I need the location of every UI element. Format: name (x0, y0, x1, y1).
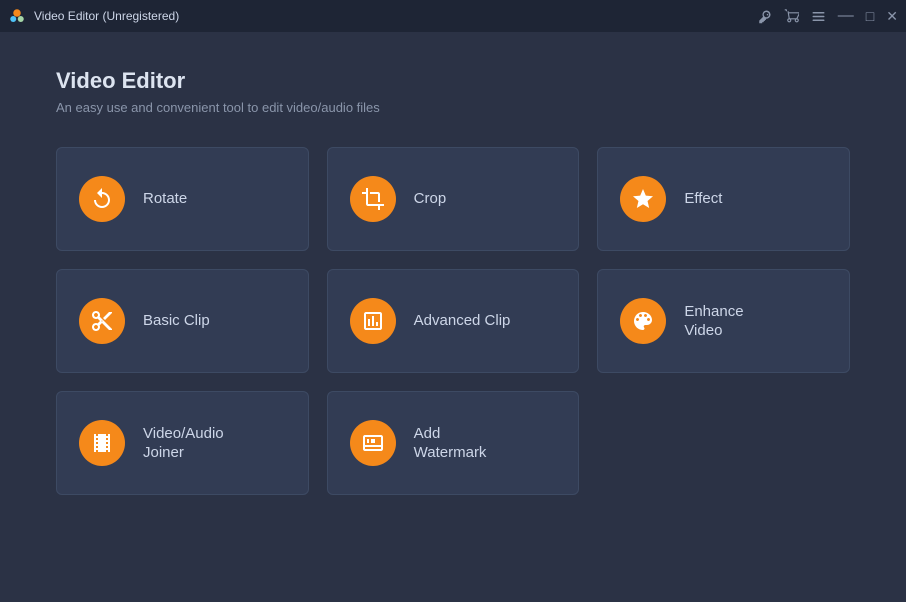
add-watermark-icon-circle (350, 420, 396, 466)
main-content: Video Editor An easy use and convenient … (0, 32, 906, 525)
advanced-clip-card[interactable]: Advanced Clip (327, 269, 580, 373)
rotate-icon-circle (79, 176, 125, 222)
video-audio-joiner-card[interactable]: Video/Audio Joiner (56, 391, 309, 495)
rotate-label: Rotate (143, 189, 187, 209)
advanced-clip-label: Advanced Clip (414, 311, 511, 331)
crop-icon-circle (350, 176, 396, 222)
page-title: Video Editor (56, 68, 850, 94)
add-watermark-card[interactable]: Add Watermark (327, 391, 580, 495)
page-subtitle: An easy use and convenient tool to edit … (56, 100, 850, 115)
list-icon[interactable] (811, 9, 826, 24)
palette-icon (631, 309, 655, 333)
minimize-button[interactable]: — (838, 7, 854, 25)
video-audio-joiner-label: Video/Audio Joiner (143, 424, 224, 463)
close-button[interactable]: ✕ (886, 8, 898, 25)
key-icon[interactable] (757, 9, 772, 24)
cards-grid: Rotate Crop Effect (56, 147, 850, 495)
title-bar-controls: — □ ✕ (757, 7, 898, 25)
app-icon (8, 7, 26, 25)
effect-card[interactable]: Effect (597, 147, 850, 251)
basic-clip-icon-circle (79, 298, 125, 344)
crop-label: Crop (414, 189, 447, 209)
effect-icon-circle (620, 176, 666, 222)
advanced-clip-icon (361, 309, 385, 333)
film-icon (90, 431, 114, 455)
enhance-video-label: Enhance Video (684, 302, 743, 341)
crop-icon (361, 187, 385, 211)
cart-icon[interactable] (784, 9, 799, 24)
title-bar-left: Video Editor (Unregistered) (8, 7, 179, 25)
basic-clip-label: Basic Clip (143, 311, 210, 331)
effect-icon (631, 187, 655, 211)
effect-label: Effect (684, 189, 722, 209)
title-bar: Video Editor (Unregistered) — □ ✕ (0, 0, 906, 32)
maximize-button[interactable]: □ (866, 8, 874, 24)
video-audio-joiner-icon-circle (79, 420, 125, 466)
scissors-icon (90, 309, 114, 333)
advanced-clip-icon-circle (350, 298, 396, 344)
watermark-icon (361, 431, 385, 455)
title-bar-title: Video Editor (Unregistered) (34, 9, 179, 23)
enhance-video-card[interactable]: Enhance Video (597, 269, 850, 373)
add-watermark-label: Add Watermark (414, 424, 487, 463)
rotate-icon (90, 187, 114, 211)
rotate-card[interactable]: Rotate (56, 147, 309, 251)
crop-card[interactable]: Crop (327, 147, 580, 251)
enhance-video-icon-circle (620, 298, 666, 344)
basic-clip-card[interactable]: Basic Clip (56, 269, 309, 373)
